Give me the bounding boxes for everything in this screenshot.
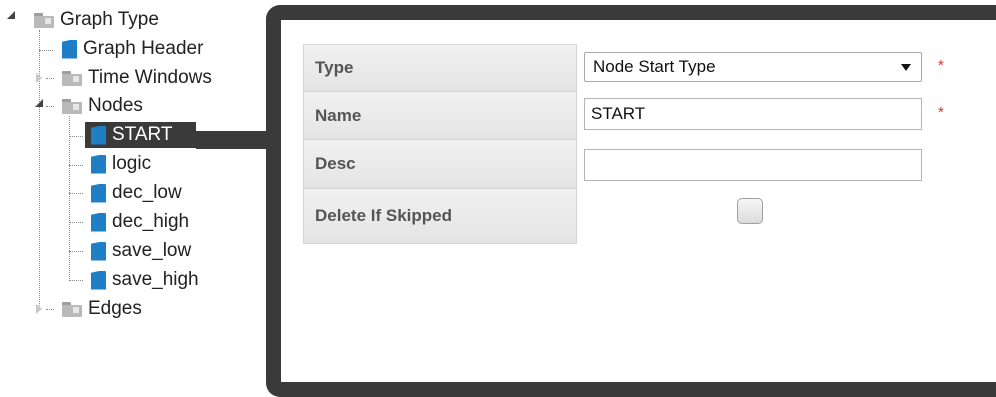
required-asterisk: *: [938, 104, 944, 121]
tree-node-label: save_low: [112, 240, 192, 261]
tree-guide-line: [69, 251, 83, 252]
tree-node-label: Graph Header: [83, 38, 204, 59]
folder-icon: [62, 99, 82, 114]
tree-node-save-low[interactable]: save_low: [91, 238, 191, 264]
desc-input[interactable]: [584, 149, 922, 181]
folder-icon: [62, 71, 82, 86]
tree-guide-line: [39, 50, 53, 51]
tree-guide-line: [69, 116, 70, 281]
tree-node-time-windows[interactable]: Time Windows: [62, 65, 212, 91]
tree-guide-line: [69, 136, 83, 137]
expand-toggle-icon[interactable]: [34, 303, 46, 315]
expand-toggle-icon[interactable]: [34, 72, 46, 84]
type-select[interactable]: Node Start Type: [584, 52, 922, 82]
tree-node-save-high[interactable]: save_high: [91, 267, 199, 293]
tree-node-label: Time Windows: [88, 67, 212, 88]
delete-if-skipped-label: Delete If Skipped: [303, 189, 577, 244]
document-icon: [91, 270, 106, 290]
tree-guide-line: [69, 165, 83, 166]
tree-guide-line: [46, 106, 54, 107]
document-icon: [91, 125, 106, 145]
tree-node-label: Edges: [88, 298, 142, 319]
tree-node-label: dec_high: [112, 211, 190, 232]
type-label: Type: [303, 44, 577, 92]
tree-node-label: logic: [112, 153, 152, 174]
tree-node-dec-low[interactable]: dec_low: [91, 180, 182, 206]
tree-guide-line: [46, 78, 54, 79]
collapse-toggle-icon[interactable]: [34, 98, 46, 110]
tree-node-label: Graph Type: [60, 9, 159, 30]
tree-guide-line: [69, 193, 83, 194]
tree-node-start[interactable]: START: [85, 122, 196, 148]
document-icon: [91, 212, 106, 232]
tree-node-edges[interactable]: Edges: [62, 296, 142, 322]
document-icon: [91, 154, 106, 174]
delete-if-skipped-checkbox[interactable]: [737, 198, 763, 224]
tree-node-graph-header[interactable]: Graph Header: [62, 36, 203, 62]
tree-guide-line: [69, 222, 83, 223]
document-icon: [91, 183, 106, 203]
required-asterisk: *: [938, 57, 944, 74]
document-icon: [91, 241, 106, 261]
folder-icon: [62, 302, 82, 317]
name-label: Name: [303, 92, 577, 140]
document-icon: [62, 39, 77, 59]
tree-node-nodes[interactable]: Nodes: [62, 93, 143, 119]
type-select-value: Node Start Type: [593, 57, 716, 76]
tree-node-graph-type[interactable]: Graph Type: [34, 7, 159, 33]
tree-view: Graph Type Graph Header Time Windows Nod…: [0, 0, 270, 393]
tree-guide-line: [46, 309, 54, 310]
tree-node-label: START: [112, 124, 173, 145]
desc-label: Desc: [303, 140, 577, 189]
tree-node-label: save_high: [112, 269, 199, 290]
tree-guide-line: [69, 280, 83, 281]
tree-node-label: dec_low: [112, 182, 182, 203]
folder-icon: [34, 13, 54, 28]
dropdown-arrow-icon: [901, 64, 911, 71]
collapse-toggle-icon[interactable]: [6, 10, 18, 22]
tree-node-dec-high[interactable]: dec_high: [91, 209, 189, 235]
tree-node-label: Nodes: [88, 95, 143, 116]
property-labels: Type Name Desc Delete If Skipped: [303, 44, 577, 244]
tree-node-logic[interactable]: logic: [91, 151, 151, 177]
name-input[interactable]: [584, 98, 922, 130]
